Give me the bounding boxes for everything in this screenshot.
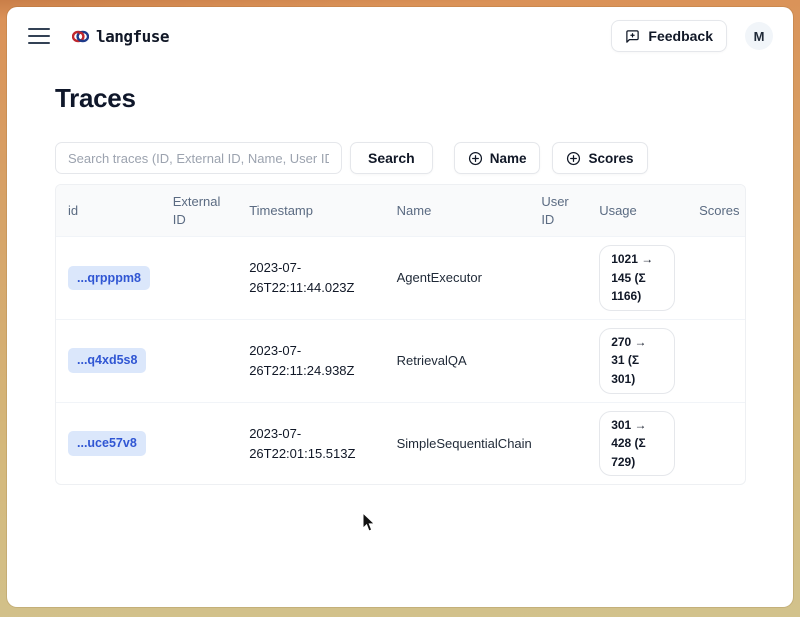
- table-row: ...qrpppm8 2023-07-26T22:11:44.023Z AgentE…: [56, 237, 745, 320]
- name-value: SimpleSequentialChain: [397, 436, 532, 451]
- knot-logo-icon: [72, 30, 89, 43]
- feedback-button-label: Feedback: [648, 28, 713, 44]
- filter-scores-label: Scores: [588, 151, 633, 166]
- toolbar: Search Name Scores: [55, 142, 746, 174]
- feedback-message-icon: [625, 29, 640, 44]
- user-avatar[interactable]: M: [745, 22, 773, 50]
- search-button[interactable]: Search: [350, 142, 433, 174]
- column-header-scores: Scores: [687, 185, 745, 237]
- name-value: AgentExecutor: [397, 270, 482, 285]
- avatar-initial: M: [754, 29, 765, 44]
- timestamp-cell: 2023-07-26T22:11:24.938Z: [237, 319, 384, 402]
- user-id-cell: [529, 402, 587, 484]
- scores-cell: [687, 237, 745, 320]
- trace-id-cell: ...qrpppm8: [56, 237, 161, 320]
- table-row: ...q4xd5s8 2023-07-26T22:11:24.938Z Retrie…: [56, 319, 745, 402]
- traces-table: id External ID Timestamp Name User ID Us…: [55, 184, 746, 485]
- column-header-timestamp: Timestamp: [237, 185, 384, 237]
- external-id-cell: [161, 319, 237, 402]
- app-logo[interactable]: langfuse: [72, 27, 169, 46]
- table-row: ...uce57v8 2023-07-26T22:01:15.513Z Simple…: [56, 402, 745, 484]
- user-id-cell: [529, 319, 587, 402]
- app-logo-text: langfuse: [96, 27, 169, 46]
- user-id-cell: [529, 237, 587, 320]
- app-window: langfuse Feedback M Traces Search: [7, 7, 793, 607]
- timestamp-cell: 2023-07-26T22:01:15.513Z: [237, 402, 384, 484]
- column-header-name: Name: [385, 185, 530, 237]
- nav-right: Feedback M: [611, 20, 773, 52]
- search-input[interactable]: [55, 142, 342, 174]
- timestamp-value: 2023-07-26T22:11:44.023Z: [249, 258, 369, 297]
- name-cell: AgentExecutor: [385, 237, 530, 320]
- usage-cell: 1021 → 145 (Σ 1166): [587, 237, 687, 320]
- trace-id-link[interactable]: ...qrpppm8: [68, 266, 150, 291]
- filter-name-button[interactable]: Name: [454, 142, 541, 174]
- trace-id-cell: ...uce57v8: [56, 402, 161, 484]
- trace-id-cell: ...q4xd5s8: [56, 319, 161, 402]
- scores-cell: [687, 402, 745, 484]
- main-content: Traces Search Name Scores: [7, 65, 793, 485]
- usage-cell: 270 → 31 (Σ 301): [587, 319, 687, 402]
- timestamp-cell: 2023-07-26T22:11:44.023Z: [237, 237, 384, 320]
- table-header-row: id External ID Timestamp Name User ID Us…: [56, 185, 745, 237]
- top-nav: langfuse Feedback M: [7, 7, 793, 65]
- name-value: RetrievalQA: [397, 353, 467, 368]
- usage-badge: 1021 → 145 (Σ 1166): [599, 245, 675, 311]
- usage-cell: 301 → 428 (Σ 729): [587, 402, 687, 484]
- plus-circle-icon: [566, 151, 581, 166]
- column-header-external-id: External ID: [161, 185, 237, 237]
- hamburger-menu-icon[interactable]: [28, 28, 50, 44]
- timestamp-value: 2023-07-26T22:11:24.938Z: [249, 341, 369, 380]
- external-id-cell: [161, 402, 237, 484]
- name-cell: SimpleSequentialChain: [385, 402, 530, 484]
- external-id-cell: [161, 237, 237, 320]
- scores-cell: [687, 319, 745, 402]
- page-title: Traces: [55, 83, 746, 114]
- column-header-id: id: [56, 185, 161, 237]
- column-header-usage: Usage: [587, 185, 687, 237]
- name-cell: RetrievalQA: [385, 319, 530, 402]
- filter-scores-button[interactable]: Scores: [552, 142, 647, 174]
- feedback-button[interactable]: Feedback: [611, 20, 727, 52]
- filter-name-label: Name: [490, 151, 527, 166]
- timestamp-value: 2023-07-26T22:01:15.513Z: [249, 424, 369, 463]
- trace-id-link[interactable]: ...uce57v8: [68, 431, 146, 456]
- trace-id-link[interactable]: ...q4xd5s8: [68, 348, 146, 373]
- plus-circle-icon: [468, 151, 483, 166]
- usage-badge: 270 → 31 (Σ 301): [599, 328, 675, 394]
- usage-badge: 301 → 428 (Σ 729): [599, 411, 675, 477]
- column-header-user-id: User ID: [529, 185, 587, 237]
